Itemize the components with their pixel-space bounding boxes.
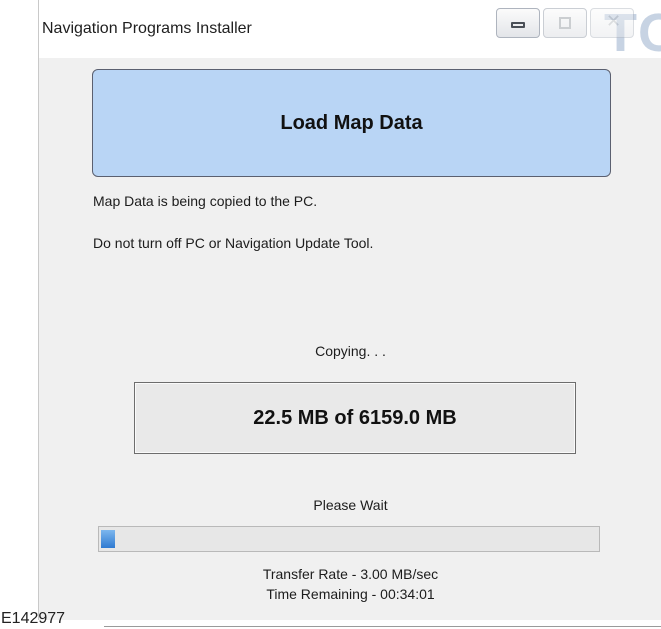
minimize-icon [511,22,525,28]
copying-status: Copying. . . [315,343,386,359]
transfer-rate: Transfer Rate - 3.00 MB/sec [262,566,439,582]
maximize-button[interactable] [543,8,587,38]
minimize-button[interactable] [496,8,540,38]
please-wait-label: Please Wait [313,497,388,513]
installer-window: Navigation Programs Installer TO ✕ Load … [38,0,661,620]
header-title: Load Map Data [280,111,423,134]
copy-size-display: 22.5 MB of 6159.0 MB [134,382,576,454]
progress-bar-fill [101,530,115,548]
window-title: Navigation Programs Installer [42,20,252,37]
figure-reference: E142977 [1,610,66,627]
load-map-data-header: Load Map Data [92,69,611,177]
warning-message: Do not turn off PC or Navigation Update … [93,235,374,251]
copy-size-text: 22.5 MB of 6159.0 MB [253,406,457,429]
close-icon: ✕ [606,11,622,31]
title-bar[interactable]: Navigation Programs Installer TO ✕ [39,0,661,63]
copy-message: Map Data is being copied to the PC. [93,193,318,209]
maximize-icon [559,17,571,29]
time-remaining: Time Remaining - 00:34:01 [266,586,435,602]
reference-underline [104,626,661,627]
close-button[interactable]: ✕ [590,8,634,38]
progress-bar [98,526,600,552]
